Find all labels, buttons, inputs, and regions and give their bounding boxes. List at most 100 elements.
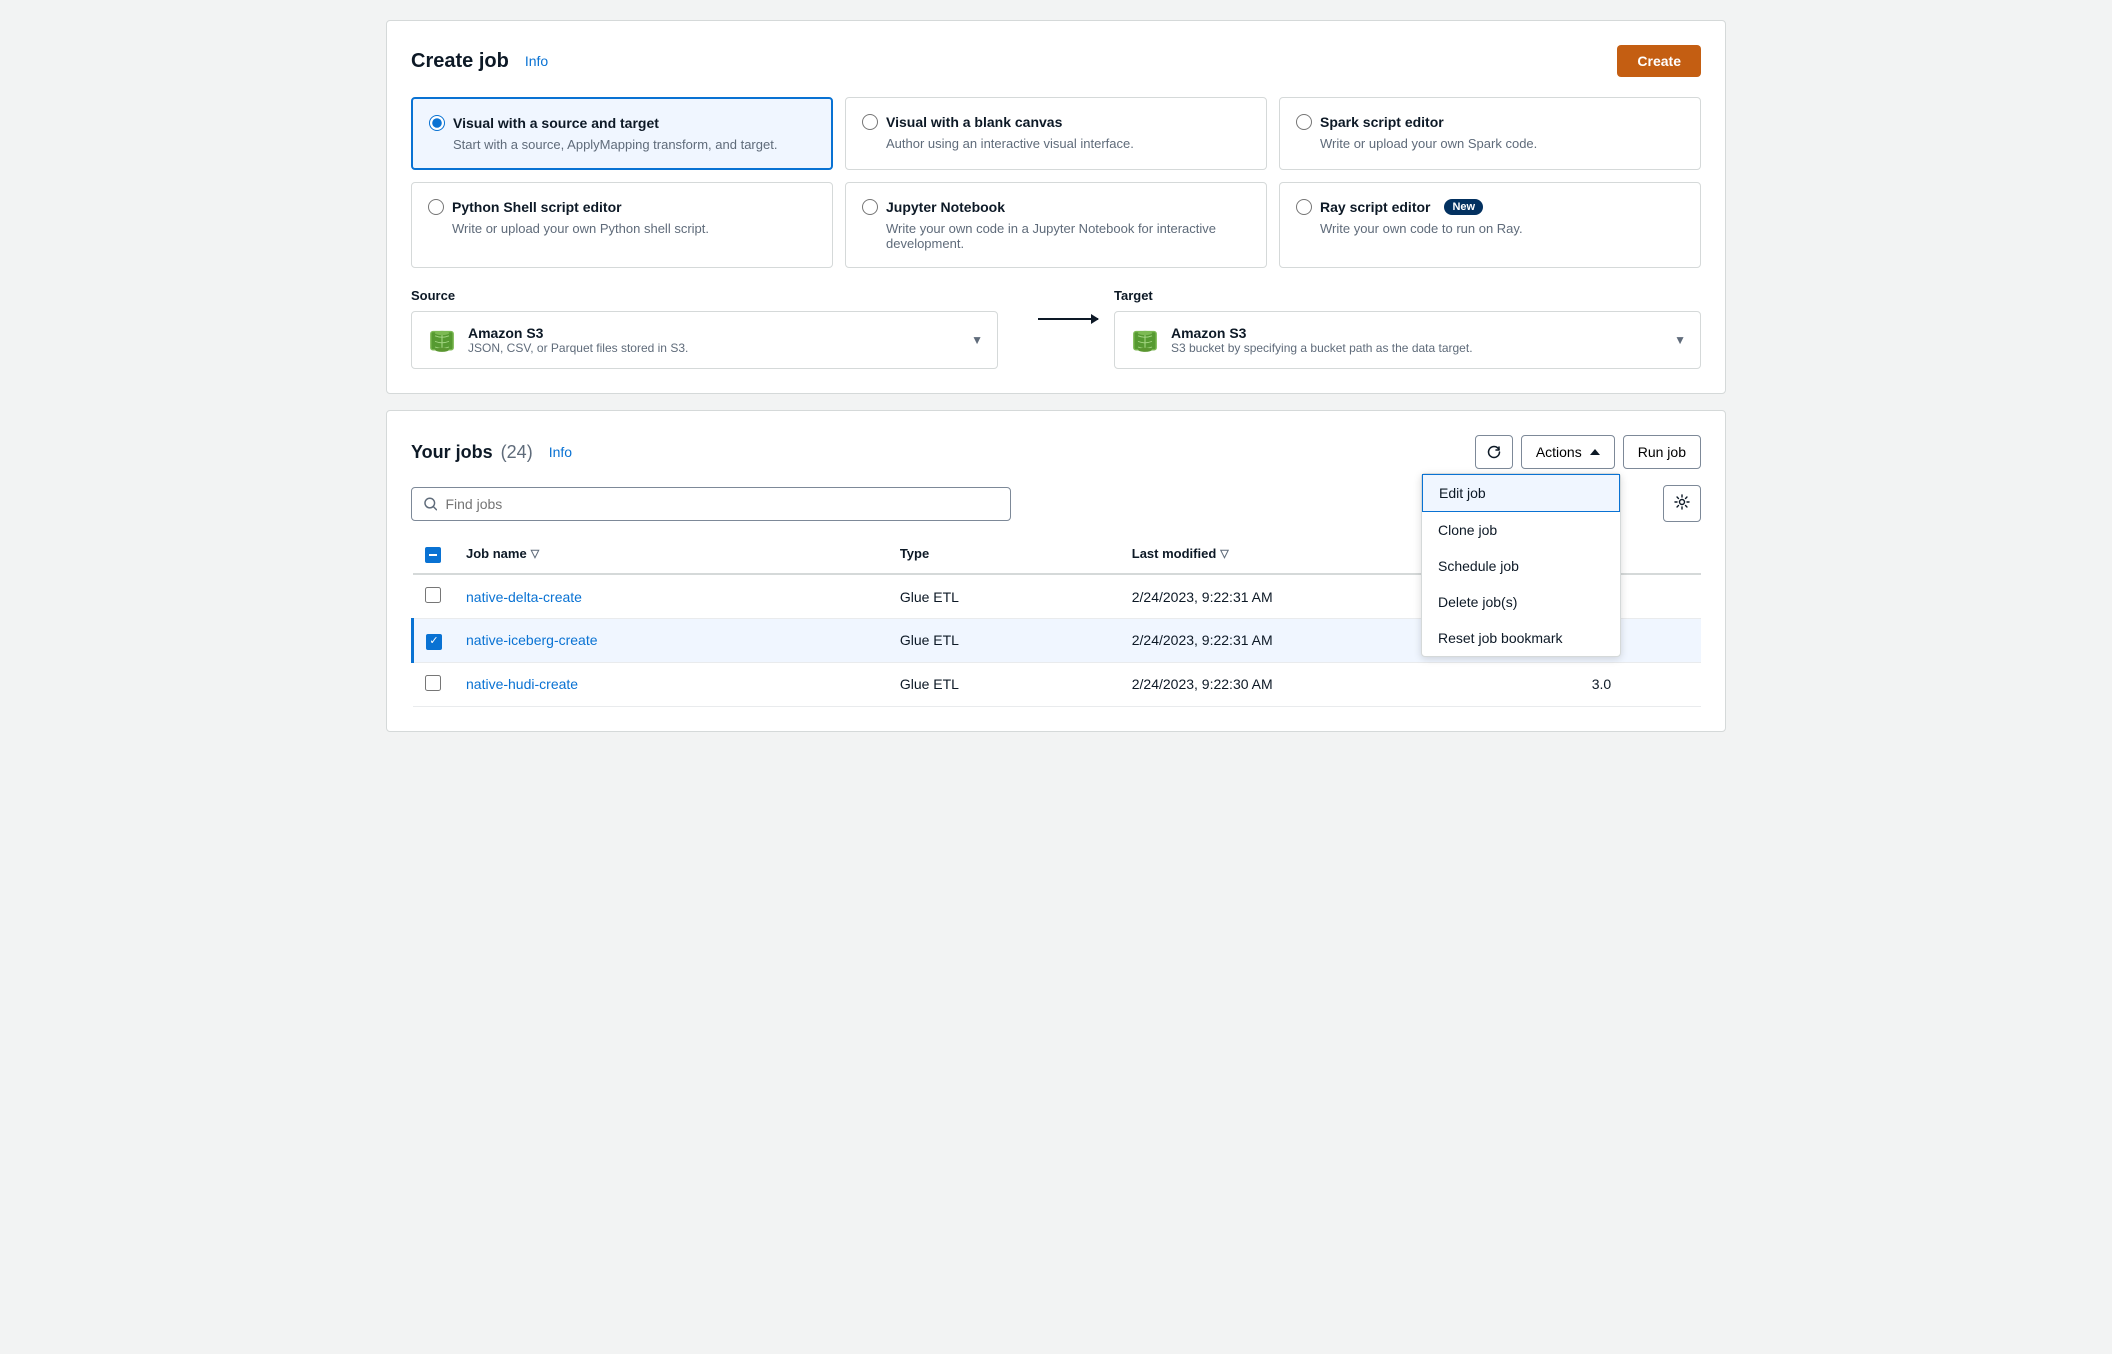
search-wrapper[interactable] (411, 487, 1011, 521)
create-button[interactable]: Create (1617, 45, 1701, 77)
job-type-card-visual-source-target[interactable]: Visual with a source and target Start wi… (411, 97, 833, 170)
card-desc-jupyter: Write your own code in a Jupyter Noteboo… (862, 221, 1250, 251)
target-info: Amazon S3 S3 bucket by specifying a buck… (1171, 325, 1664, 355)
card-desc-visual-source-target: Start with a source, ApplyMapping transf… (429, 137, 815, 152)
actions-sort-icon (1590, 449, 1600, 455)
jobs-title: Your jobs (411, 442, 493, 463)
card-title-visual-source-target: Visual with a source and target (453, 115, 659, 131)
target-section: Target (1114, 288, 1701, 369)
card-title-python-shell: Python Shell script editor (452, 199, 622, 215)
job-type-card-spark-script[interactable]: Spark script editor Write or upload your… (1279, 97, 1701, 170)
s3-target-icon (1129, 324, 1161, 356)
card-title-visual-blank: Visual with a blank canvas (886, 114, 1062, 130)
source-target-arrow (1022, 318, 1114, 320)
table-row: native-hudi-create Glue ETL 2/24/2023, 9… (413, 662, 1702, 706)
card-title-ray-script: Ray script editor (1320, 199, 1430, 215)
col-type-label: Type (900, 546, 929, 561)
s3-source-icon (426, 324, 458, 356)
col-job-name-label: Job name (466, 546, 527, 561)
search-icon (424, 497, 437, 511)
card-desc-visual-blank: Author using an interactive visual inter… (862, 136, 1250, 151)
refresh-icon (1486, 444, 1502, 460)
actions-menu-item-edit[interactable]: Edit job (1422, 474, 1620, 512)
source-section: Source (411, 288, 998, 369)
select-all-col (413, 534, 455, 574)
job-type-card-jupyter[interactable]: Jupyter Notebook Write your own code in … (845, 182, 1267, 268)
col-job-name: Job name ▽ (454, 534, 888, 574)
actions-menu-item-clone[interactable]: Clone job (1422, 512, 1620, 548)
source-name: Amazon S3 (468, 325, 961, 341)
radio-python-shell[interactable] (428, 199, 444, 215)
radio-visual-blank[interactable] (862, 114, 878, 130)
row1-checkbox[interactable] (425, 587, 441, 603)
source-info: Amazon S3 JSON, CSV, or Parquet files st… (468, 325, 961, 355)
job-link-native-hudi-create[interactable]: native-hudi-create (466, 676, 578, 692)
row2-checkbox[interactable] (426, 634, 442, 650)
source-chevron-icon: ▼ (971, 333, 983, 347)
card-desc-python-shell: Write or upload your own Python shell sc… (428, 221, 816, 236)
actions-menu-item-schedule[interactable]: Schedule job (1422, 548, 1620, 584)
search-input[interactable] (445, 496, 998, 512)
settings-icon-button[interactable] (1663, 485, 1701, 522)
row2-type: Glue ETL (888, 619, 1120, 663)
actions-button[interactable]: Actions (1521, 435, 1615, 469)
radio-visual-source-target[interactable] (429, 115, 445, 131)
jobs-count: (24) (501, 442, 533, 463)
page-title: Create job (411, 50, 509, 73)
target-desc: S3 bucket by specifying a bucket path as… (1171, 341, 1664, 355)
row3-extra: 3.0 (1580, 662, 1701, 706)
row3-checkbox[interactable] (425, 675, 441, 691)
radio-spark-script[interactable] (1296, 114, 1312, 130)
source-select[interactable]: Amazon S3 JSON, CSV, or Parquet files st… (411, 311, 998, 369)
row1-name: native-delta-create (454, 574, 888, 619)
new-badge: New (1444, 199, 1483, 215)
source-label: Source (411, 288, 998, 303)
jobs-header-right: Actions Run job Edit job Clone job Sched… (1475, 435, 1701, 469)
source-desc: JSON, CSV, or Parquet files stored in S3… (468, 341, 961, 355)
actions-menu-item-delete[interactable]: Delete job(s) (1422, 584, 1620, 620)
panel-header: Create job Info Create (411, 45, 1701, 77)
info-link[interactable]: Info (525, 53, 548, 69)
select-all-checkbox[interactable] (425, 547, 441, 563)
job-type-card-visual-blank[interactable]: Visual with a blank canvas Author using … (845, 97, 1267, 170)
target-label: Target (1114, 288, 1701, 303)
target-name: Amazon S3 (1171, 325, 1664, 341)
card-title-jupyter: Jupyter Notebook (886, 199, 1005, 215)
actions-dropdown-menu: Edit job Clone job Schedule job Delete j… (1421, 473, 1621, 657)
row3-name: native-hudi-create (454, 662, 888, 706)
arrow-line (1038, 318, 1098, 320)
jobs-info-link[interactable]: Info (549, 444, 572, 460)
target-select[interactable]: Amazon S3 S3 bucket by specifying a buck… (1114, 311, 1701, 369)
actions-label: Actions (1536, 444, 1582, 460)
settings-icon (1674, 494, 1690, 510)
row1-checkbox-cell (413, 574, 455, 619)
row3-checkbox-cell (413, 662, 455, 706)
job-link-native-delta-create[interactable]: native-delta-create (466, 589, 582, 605)
row2-checkbox-cell (413, 619, 455, 663)
radio-jupyter[interactable] (862, 199, 878, 215)
col-last-modified-sort-icon[interactable]: ▽ (1220, 547, 1228, 560)
your-jobs-panel: Your jobs (24) Info Actions Run job (386, 410, 1726, 732)
job-type-card-ray-script[interactable]: Ray script editor New Write your own cod… (1279, 182, 1701, 268)
col-type: Type (888, 534, 1120, 574)
row2-name: native-iceberg-create (454, 619, 888, 663)
job-type-card-python-shell[interactable]: Python Shell script editor Write or uplo… (411, 182, 833, 268)
row3-modified: 2/24/2023, 9:22:30 AM (1120, 662, 1580, 706)
col-job-name-sort-icon[interactable]: ▽ (531, 547, 539, 560)
card-desc-ray-script: Write your own code to run on Ray. (1296, 221, 1684, 236)
job-type-grid: Visual with a source and target Start wi… (411, 97, 1701, 268)
jobs-header: Your jobs (24) Info Actions Run job (411, 435, 1701, 469)
create-job-panel: Create job Info Create Visual with a sou… (386, 20, 1726, 394)
target-chevron-icon: ▼ (1674, 333, 1686, 347)
job-link-native-iceberg-create[interactable]: native-iceberg-create (466, 632, 598, 648)
row1-type: Glue ETL (888, 574, 1120, 619)
radio-ray-script[interactable] (1296, 199, 1312, 215)
row3-type: Glue ETL (888, 662, 1120, 706)
source-target-row: Source (411, 288, 1701, 369)
run-job-button[interactable]: Run job (1623, 435, 1701, 469)
refresh-button[interactable] (1475, 435, 1513, 469)
card-title-spark-script: Spark script editor (1320, 114, 1444, 130)
actions-menu-item-reset[interactable]: Reset job bookmark (1422, 620, 1620, 656)
col-last-modified-label: Last modified (1132, 546, 1217, 561)
card-desc-spark-script: Write or upload your own Spark code. (1296, 136, 1684, 151)
